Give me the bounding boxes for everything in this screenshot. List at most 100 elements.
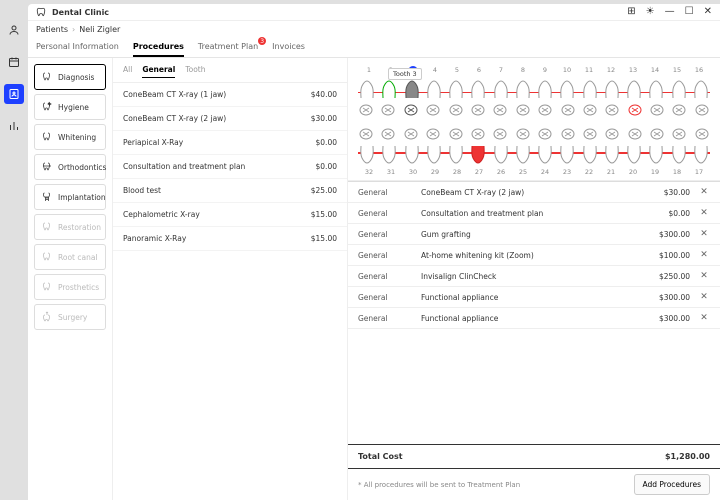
procedure-item[interactable]: ConeBeam CT X-ray (2 jaw)$30.00: [113, 107, 347, 131]
procedure-item[interactable]: Consultation and treatment plan$0.00: [113, 155, 347, 179]
tooth-occlusal[interactable]: [582, 127, 598, 141]
rail-calendar-icon[interactable]: [4, 52, 24, 72]
tooth-occlusal[interactable]: [649, 103, 665, 117]
tooth[interactable]: [647, 144, 665, 166]
procedure-item[interactable]: ConeBeam CT X-ray (1 jaw)$40.00: [113, 83, 347, 107]
theme-icon[interactable]: ☀: [646, 7, 655, 17]
tooth-occlusal[interactable]: [604, 103, 620, 117]
tooth[interactable]: [603, 144, 621, 166]
remove-icon[interactable]: ✕: [698, 229, 710, 239]
procedure-item[interactable]: Blood test$25.00: [113, 179, 347, 203]
tooth-number[interactable]: 5: [448, 66, 466, 76]
maximize-icon[interactable]: ☐: [685, 7, 694, 17]
tooth-number[interactable]: 11: [580, 66, 598, 76]
add-procedures-button[interactable]: Add Procedures: [634, 474, 711, 495]
tooth[interactable]: [469, 78, 487, 100]
tooth-number[interactable]: 32: [360, 168, 378, 176]
cat-root-canal[interactable]: Root canal: [34, 244, 106, 270]
tab-procedures[interactable]: Procedures: [133, 38, 184, 57]
tooth-occlusal[interactable]: [694, 127, 710, 141]
tooth-occlusal[interactable]: [380, 127, 396, 141]
subtab-all[interactable]: All: [123, 62, 132, 78]
tooth[interactable]: [670, 78, 688, 100]
cat-implantation[interactable]: Implantation: [34, 184, 106, 210]
tooth-occlusal[interactable]: [358, 103, 374, 117]
tooth-number[interactable]: 13: [624, 66, 642, 76]
procedure-item[interactable]: Panoramic X-Ray$15.00: [113, 227, 347, 251]
tooth[interactable]: [581, 144, 599, 166]
tooth-occlusal[interactable]: [515, 103, 531, 117]
tooth-occlusal[interactable]: [671, 127, 687, 141]
tooth[interactable]: [425, 78, 443, 100]
tooth[interactable]: [358, 144, 376, 166]
tooth-occlusal[interactable]: [448, 127, 464, 141]
procedure-item[interactable]: Periapical X-Ray$0.00: [113, 131, 347, 155]
tooth-number[interactable]: 26: [492, 168, 510, 176]
remove-icon[interactable]: ✕: [698, 250, 710, 260]
tooth-number[interactable]: 18: [668, 168, 686, 176]
tooth-number[interactable]: 17: [690, 168, 708, 176]
tooth-occlusal[interactable]: [470, 103, 486, 117]
remove-icon[interactable]: ✕: [698, 271, 710, 281]
tooth-number[interactable]: 19: [646, 168, 664, 176]
tooth-occlusal[interactable]: [515, 127, 531, 141]
rail-account-icon[interactable]: [4, 20, 24, 40]
tooth[interactable]: [403, 78, 421, 100]
tooth-number[interactable]: 27: [470, 168, 488, 176]
tooth-occlusal[interactable]: [492, 127, 508, 141]
tooth-occlusal[interactable]: [448, 103, 464, 117]
tooth[interactable]: [647, 78, 665, 100]
tooth-occlusal[interactable]: [492, 103, 508, 117]
breadcrumb-root[interactable]: Patients: [36, 25, 68, 34]
remove-icon[interactable]: ✕: [698, 292, 710, 302]
tooth-number[interactable]: 25: [514, 168, 532, 176]
tooth[interactable]: [447, 144, 465, 166]
tooth-number[interactable]: 29: [426, 168, 444, 176]
tooth[interactable]: [692, 78, 710, 100]
tooth[interactable]: [469, 144, 487, 166]
procedure-item[interactable]: Cephalometric X-ray$15.00: [113, 203, 347, 227]
tooth[interactable]: [603, 78, 621, 100]
tooth[interactable]: [358, 78, 376, 100]
tooth-number[interactable]: 15: [668, 66, 686, 76]
tooth-number[interactable]: 12: [602, 66, 620, 76]
tooth-number[interactable]: 21: [602, 168, 620, 176]
tooth[interactable]: [380, 78, 398, 100]
tooth[interactable]: [625, 78, 643, 100]
tooth-number[interactable]: 28: [448, 168, 466, 176]
tooth[interactable]: [380, 144, 398, 166]
tooth-occlusal[interactable]: [649, 127, 665, 141]
tooth-number[interactable]: 16: [690, 66, 708, 76]
tooth-number[interactable]: 9: [536, 66, 554, 76]
tooth-occlusal[interactable]: [537, 103, 553, 117]
tooth-number[interactable]: 1: [360, 66, 378, 76]
tooth-number[interactable]: 6: [470, 66, 488, 76]
close-icon[interactable]: ✕: [704, 7, 712, 17]
tooth[interactable]: [447, 78, 465, 100]
tab-personal[interactable]: Personal Information: [36, 38, 119, 57]
tooth-occlusal[interactable]: [627, 127, 643, 141]
remove-icon[interactable]: ✕: [698, 313, 710, 323]
subtab-tooth[interactable]: Tooth: [185, 62, 205, 78]
tooth[interactable]: [536, 144, 554, 166]
tooth[interactable]: [425, 144, 443, 166]
rail-reports-icon[interactable]: [4, 116, 24, 136]
tooth[interactable]: [514, 78, 532, 100]
tooth-number[interactable]: 24: [536, 168, 554, 176]
rail-patients-icon[interactable]: [4, 84, 24, 104]
tooth-occlusal[interactable]: [425, 103, 441, 117]
tooth[interactable]: [403, 144, 421, 166]
tooth[interactable]: [492, 78, 510, 100]
tooth[interactable]: [670, 144, 688, 166]
tab-treatment-plan[interactable]: Treatment Plan3: [198, 38, 258, 57]
tooth[interactable]: [558, 78, 576, 100]
cat-prosthetics[interactable]: Prosthetics: [34, 274, 106, 300]
tooth-occlusal[interactable]: [560, 103, 576, 117]
cat-hygiene[interactable]: Hygiene: [34, 94, 106, 120]
tooth-occlusal[interactable]: [470, 127, 486, 141]
tooth-number[interactable]: 22: [580, 168, 598, 176]
tooth[interactable]: [558, 144, 576, 166]
minimize-icon[interactable]: —: [665, 7, 675, 17]
tooth-number[interactable]: 8: [514, 66, 532, 76]
tooth-occlusal[interactable]: [560, 127, 576, 141]
